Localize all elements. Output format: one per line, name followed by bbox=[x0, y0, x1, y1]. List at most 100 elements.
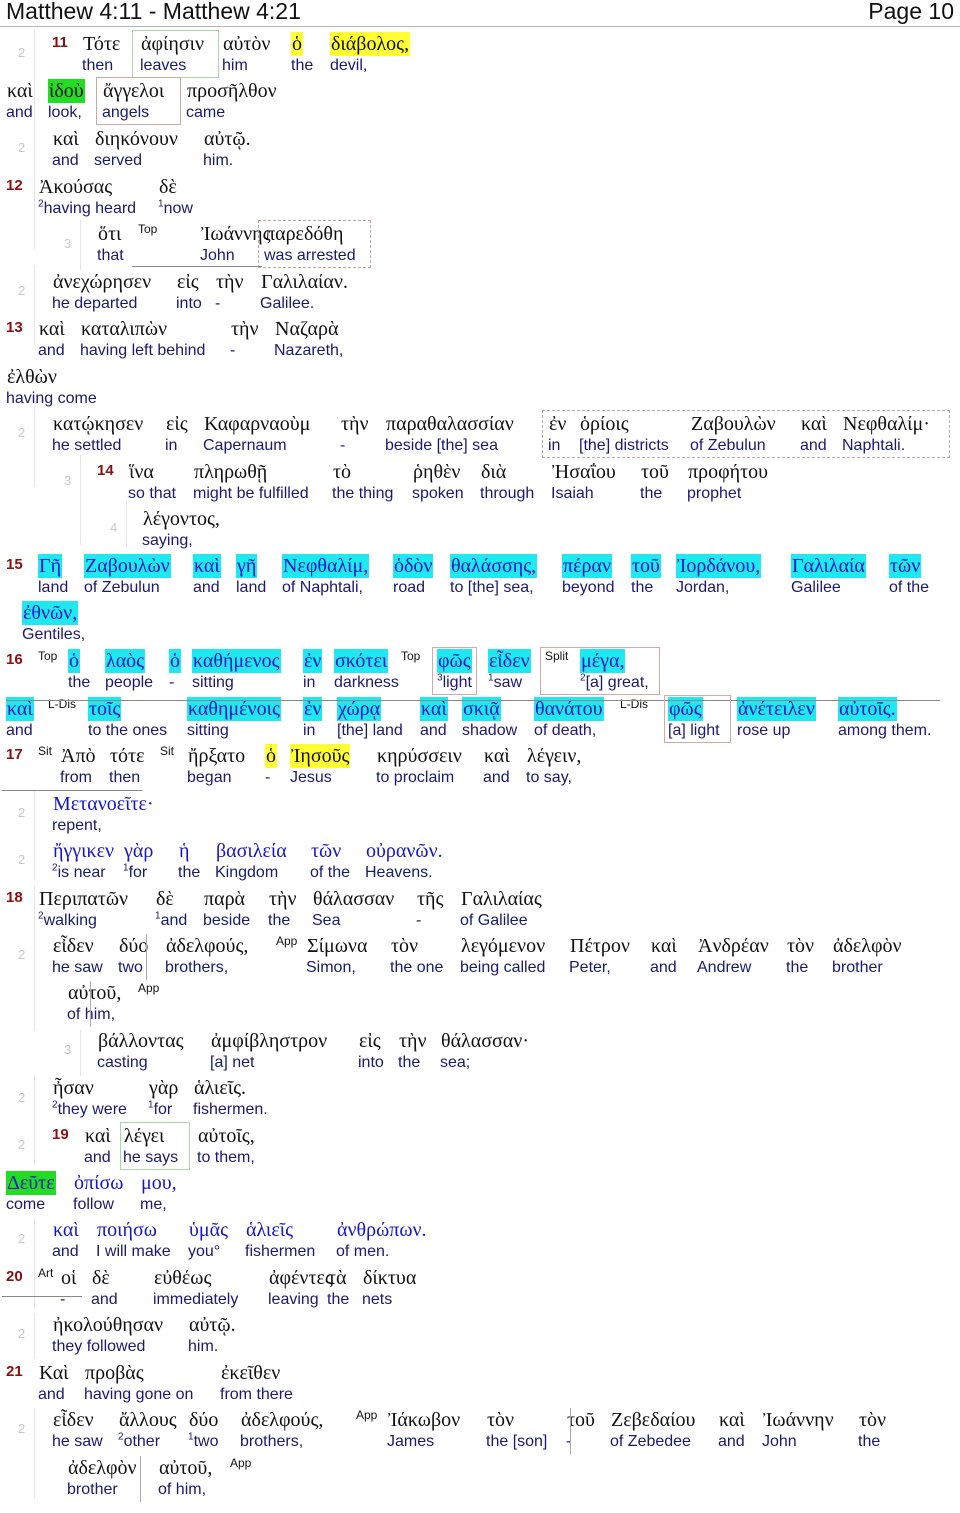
group-frame bbox=[132, 30, 219, 78]
english-gloss: began bbox=[187, 769, 232, 786]
english-gloss: and bbox=[38, 1386, 65, 1403]
greek-word: οὐρανῶν. bbox=[366, 840, 443, 862]
english-gloss: and bbox=[84, 1149, 111, 1166]
english-gloss: having gone on bbox=[84, 1386, 194, 1403]
greek-word: παραθαλασσίαν bbox=[386, 413, 514, 435]
english-gloss: - bbox=[416, 912, 422, 929]
english-gloss: repent, bbox=[52, 817, 102, 834]
greek-word: καὶ bbox=[484, 745, 510, 767]
indent-guide bbox=[34, 1313, 35, 1359]
greek-word: τὴν bbox=[399, 1030, 427, 1052]
english-gloss: the [son] bbox=[486, 1433, 548, 1450]
greek-word: τοῦ bbox=[631, 554, 661, 578]
greek-word: τὴν bbox=[216, 271, 244, 293]
greek-word: δὲ bbox=[156, 888, 174, 910]
verse-number: 14 bbox=[97, 462, 114, 479]
english-gloss: of Naphtali, bbox=[282, 579, 363, 596]
level-number: 2 bbox=[18, 1137, 26, 1152]
english-gloss: the one bbox=[390, 959, 444, 976]
english-gloss: John bbox=[762, 1433, 797, 1450]
greek-word: δὲ bbox=[159, 176, 177, 198]
greek-word: αὐτὸν bbox=[223, 33, 271, 55]
verse-number: 21 bbox=[6, 1363, 23, 1380]
english-gloss: - bbox=[340, 437, 346, 454]
greek-word: αὐτοῦ, bbox=[159, 1457, 213, 1479]
greek-word: τὸ bbox=[333, 461, 352, 483]
english-gloss: the bbox=[327, 1291, 350, 1308]
level-number: 3 bbox=[64, 473, 72, 488]
english-gloss: the bbox=[786, 959, 809, 976]
greek-word: ἐκεῖθεν bbox=[221, 1362, 281, 1384]
greek-word: Περιπατῶν bbox=[39, 888, 129, 910]
greek-word: ἀφέντες bbox=[269, 1267, 333, 1289]
indent-guide bbox=[34, 1218, 35, 1308]
level-number: 3 bbox=[64, 236, 72, 251]
greek-word: ὀπίσω bbox=[74, 1172, 124, 1194]
word-order-marker: 1 bbox=[155, 910, 161, 922]
greek-word: βασιλεία bbox=[216, 840, 287, 862]
english-gloss: being called bbox=[460, 959, 546, 976]
english-gloss: came bbox=[186, 104, 226, 121]
greek-word: γῆ bbox=[236, 554, 258, 578]
english-gloss: in bbox=[303, 674, 316, 691]
english-gloss: through bbox=[480, 485, 535, 502]
english-gloss: follow bbox=[73, 1196, 114, 1213]
english-gloss: the bbox=[291, 57, 314, 74]
greek-word: δὲ bbox=[92, 1267, 110, 1289]
greek-word: Δεῦτε bbox=[6, 1171, 56, 1195]
greek-word: Καὶ bbox=[39, 1362, 69, 1384]
english-gloss: land bbox=[38, 579, 69, 596]
english-gloss: he settled bbox=[52, 437, 122, 454]
clause-tag: Art bbox=[38, 1266, 54, 1280]
english-gloss: Jordan, bbox=[676, 579, 730, 596]
english-gloss: - bbox=[265, 769, 271, 786]
english-gloss: and bbox=[420, 722, 447, 739]
greek-word: Γῆ bbox=[38, 554, 63, 578]
indent-guide bbox=[34, 790, 35, 880]
greek-word: ὁ bbox=[169, 649, 181, 673]
level-number: 2 bbox=[18, 1421, 26, 1436]
greek-word: ἰδοὺ bbox=[48, 79, 85, 103]
english-gloss: nets bbox=[362, 1291, 393, 1308]
page-number: Page 10 bbox=[868, 0, 954, 24]
greek-word: ὁδὸν bbox=[393, 554, 434, 578]
english-gloss: of death, bbox=[534, 722, 597, 739]
level-number: 2 bbox=[18, 425, 26, 440]
english-gloss: beyond bbox=[562, 579, 615, 596]
greek-word: προφήτου bbox=[688, 461, 769, 483]
word-order-marker: 2 bbox=[38, 198, 44, 210]
english-gloss: of the bbox=[310, 864, 351, 881]
apposition-separator bbox=[140, 1456, 141, 1502]
english-gloss: then bbox=[82, 57, 114, 74]
english-gloss: the bbox=[178, 864, 201, 881]
english-gloss: 1now bbox=[158, 198, 193, 217]
english-gloss: and bbox=[52, 1243, 79, 1260]
clause-tag: Sit bbox=[38, 744, 53, 758]
english-gloss: to the ones bbox=[88, 722, 168, 739]
english-gloss: served bbox=[94, 152, 143, 169]
greek-word: διάβολος, bbox=[330, 32, 411, 56]
english-gloss: Gentiles, bbox=[22, 626, 86, 643]
english-gloss: sitting bbox=[192, 674, 234, 691]
greek-word: ἠκολούθησαν bbox=[53, 1314, 164, 1336]
greek-word: πέραν bbox=[562, 554, 612, 578]
greek-word: αὐτῷ. bbox=[189, 1314, 236, 1336]
english-gloss: [a] net bbox=[210, 1054, 255, 1071]
level-number: 2 bbox=[18, 947, 26, 962]
greek-word: αὐτοῦ, bbox=[68, 982, 122, 1004]
clause-tag: Sit bbox=[160, 744, 175, 758]
indent-guide bbox=[80, 1030, 81, 1076]
english-gloss: 2other bbox=[118, 1431, 161, 1450]
greek-word: κηρύσσειν bbox=[377, 745, 462, 767]
greek-word: ἤρξατο bbox=[188, 745, 246, 767]
greek-word: ἦσαν bbox=[53, 1077, 94, 1099]
greek-word: Ζεβεδαίου bbox=[611, 1409, 696, 1431]
greek-word: ἀδελφούς, bbox=[166, 935, 249, 957]
word-order-marker: 1 bbox=[188, 1431, 194, 1443]
greek-word: διηκόνουν bbox=[95, 128, 178, 150]
english-gloss: John bbox=[200, 247, 235, 264]
greek-word: προσῆλθον bbox=[187, 80, 277, 102]
word-order-marker: 2 bbox=[38, 910, 44, 922]
greek-word: βάλλοντας bbox=[98, 1030, 184, 1052]
english-gloss: of Galilee bbox=[460, 912, 528, 929]
